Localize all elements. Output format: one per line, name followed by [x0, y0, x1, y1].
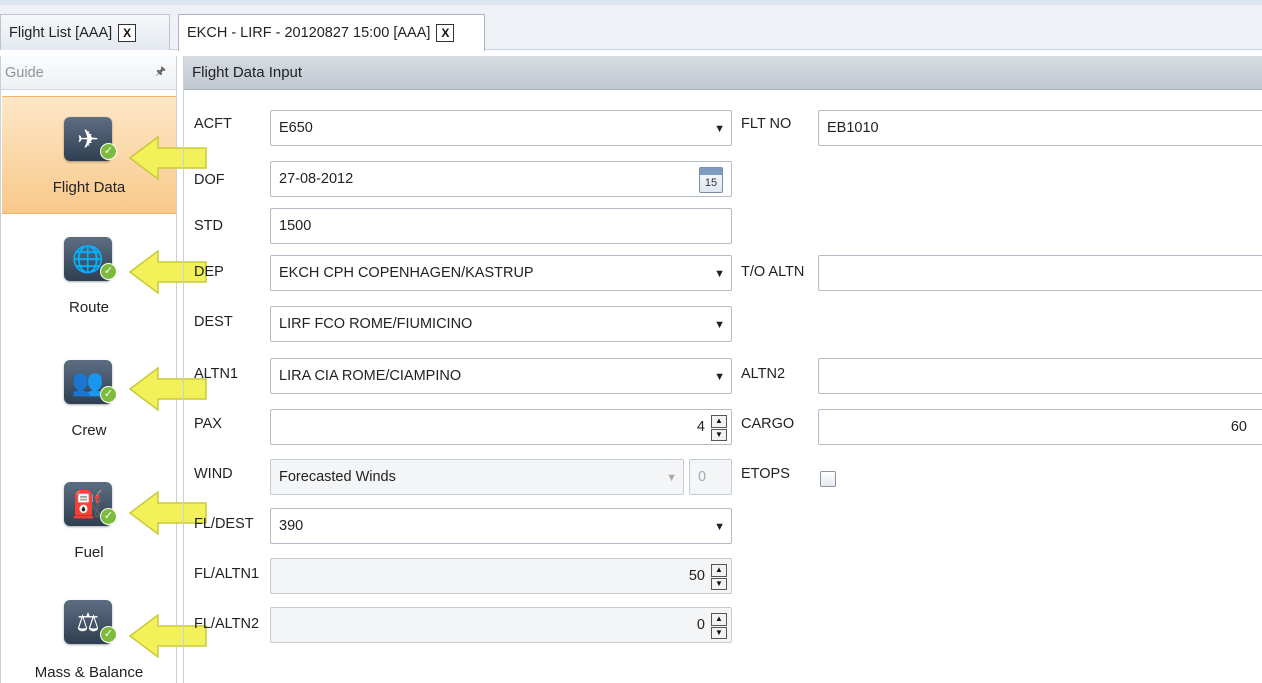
pax-stepper[interactable]: 4 ▲ ▼ [270, 409, 732, 445]
dep-value: EKCH CPH COPENHAGEN/KASTRUP [279, 265, 534, 281]
acft-value: E650 [279, 120, 313, 136]
altn1-value: LIRA CIA ROME/CIAMPINO [279, 368, 462, 384]
dest-dropdown[interactable]: LIRF FCO ROME/FIUMICINO ▼ [270, 306, 732, 342]
dep-label: DEP [194, 264, 224, 280]
check-badge-icon: ✓ [100, 143, 117, 160]
spin-up-icon[interactable]: ▲ [711, 415, 727, 428]
cargo-label: CARGO [741, 416, 795, 432]
dof-value: 27-08-2012 [279, 171, 354, 187]
wind-numeric-value: 0 [698, 469, 707, 485]
pin-icon[interactable]: 🖈 [155, 62, 166, 83]
fl-dest-value: 390 [279, 518, 304, 534]
altn1-label: ALTN1 [194, 366, 239, 382]
std-input[interactable]: 1500 [270, 208, 732, 244]
tab-flight-details-close-button[interactable]: X [436, 24, 455, 42]
wind-dropdown[interactable]: Forecasted Winds ▼ [270, 459, 684, 495]
dof-date-field[interactable]: 27-08-2012 15 [270, 161, 732, 197]
guide-item-label: Crew [71, 422, 107, 439]
chevron-down-icon[interactable]: ▼ [714, 123, 725, 135]
spin-up-icon[interactable]: ▲ [711, 613, 727, 626]
cargo-stepper[interactable]: 60 [818, 409, 1262, 445]
fl-altn2-stepper[interactable]: 0 ▲ ▼ [270, 607, 732, 643]
wind-value: Forecasted Winds [279, 469, 396, 485]
guide-item-label: Mass & Balance [34, 664, 144, 681]
fl-altn1-value: 50 [688, 568, 705, 584]
guide-header: Guide 🖈 [1, 56, 176, 90]
pax-spinner[interactable]: ▲ ▼ [711, 415, 727, 441]
fl-altn1-spinner[interactable]: ▲ ▼ [711, 564, 727, 590]
guide-title: Guide [5, 64, 44, 81]
to-altn-label: T/O ALTN [741, 264, 805, 280]
fl-altn2-label: FL/ALTN2 [194, 616, 260, 632]
flt-no-input[interactable]: EB1010 [818, 110, 1262, 146]
chevron-down-icon[interactable]: ▼ [714, 319, 725, 331]
tab-flight-list-close-button[interactable]: X [118, 23, 137, 42]
spin-down-icon[interactable]: ▼ [711, 428, 727, 441]
tab-flight-list[interactable]: Flight List [AAA] X [0, 14, 170, 50]
std-label: STD [194, 218, 223, 234]
panel-title: Flight Data Input [184, 56, 1262, 90]
guide-item-label: Fuel [74, 544, 104, 561]
spin-down-icon[interactable]: ▼ [711, 577, 727, 590]
chevron-down-icon[interactable]: ▼ [714, 268, 725, 280]
dest-label: DEST [194, 314, 233, 330]
std-value: 1500 [279, 218, 312, 234]
chevron-down-icon[interactable]: ▼ [714, 521, 725, 533]
pax-label: PAX [194, 416, 222, 432]
check-badge-icon: ✓ [100, 508, 117, 525]
flt-no-label: FLT NO [741, 116, 792, 132]
flight-data-input-panel: Flight Data Input ACFT DOF STD DEP DEST … [183, 56, 1262, 683]
chevron-down-icon[interactable]: ▼ [714, 371, 725, 383]
altn1-dropdown[interactable]: LIRA CIA ROME/CIAMPINO ▼ [270, 358, 732, 394]
fl-dest-dropdown[interactable]: 390 ▼ [270, 508, 732, 544]
fl-altn1-label: FL/ALTN1 [194, 566, 260, 582]
dest-value: LIRF FCO ROME/FIUMICINO [279, 316, 473, 332]
wind-label: WIND [194, 466, 233, 482]
spin-down-icon[interactable]: ▼ [711, 626, 727, 639]
chevron-down-icon[interactable]: ▼ [666, 472, 677, 484]
document-tab-strip: Flight List [AAA] X EKCH - LIRF - 201208… [0, 0, 1262, 51]
altn2-label: ALTN2 [741, 366, 786, 382]
fl-altn2-spinner[interactable]: ▲ ▼ [711, 613, 727, 639]
acft-dropdown[interactable]: E650 ▼ [270, 110, 732, 146]
to-altn-input[interactable] [818, 255, 1262, 291]
dep-dropdown[interactable]: EKCH CPH COPENHAGEN/KASTRUP ▼ [270, 255, 732, 291]
tab-flight-list-label: Flight List [AAA] [9, 24, 113, 41]
fl-altn1-stepper[interactable]: 50 ▲ ▼ [270, 558, 732, 594]
acft-label: ACFT [194, 116, 232, 132]
fl-dest-label: FL/DEST [194, 516, 254, 532]
check-badge-icon: ✓ [100, 263, 117, 280]
spin-up-icon[interactable]: ▲ [711, 564, 727, 577]
pax-value: 4 [696, 419, 705, 435]
fl-altn2-value: 0 [696, 617, 705, 633]
etops-checkbox[interactable] [820, 471, 836, 487]
cargo-value: 60 [1230, 419, 1247, 435]
tab-flight-details-label: EKCH - LIRF - 20120827 15:00 [AAA] [187, 25, 431, 41]
calendar-icon[interactable]: 15 [699, 167, 723, 193]
tab-flight-details[interactable]: EKCH - LIRF - 20120827 15:00 [AAA] X [178, 14, 485, 51]
check-badge-icon: ✓ [100, 386, 117, 403]
etops-label: ETOPS [741, 466, 790, 482]
dof-label: DOF [194, 172, 225, 188]
flt-no-value: EB1010 [827, 120, 879, 136]
altn2-input[interactable] [818, 358, 1262, 394]
guide-item-label: Flight Data [52, 179, 126, 196]
check-badge-icon: ✓ [100, 626, 117, 643]
guide-item-label: Route [68, 299, 110, 316]
wind-value-input[interactable]: 0 [689, 459, 732, 495]
